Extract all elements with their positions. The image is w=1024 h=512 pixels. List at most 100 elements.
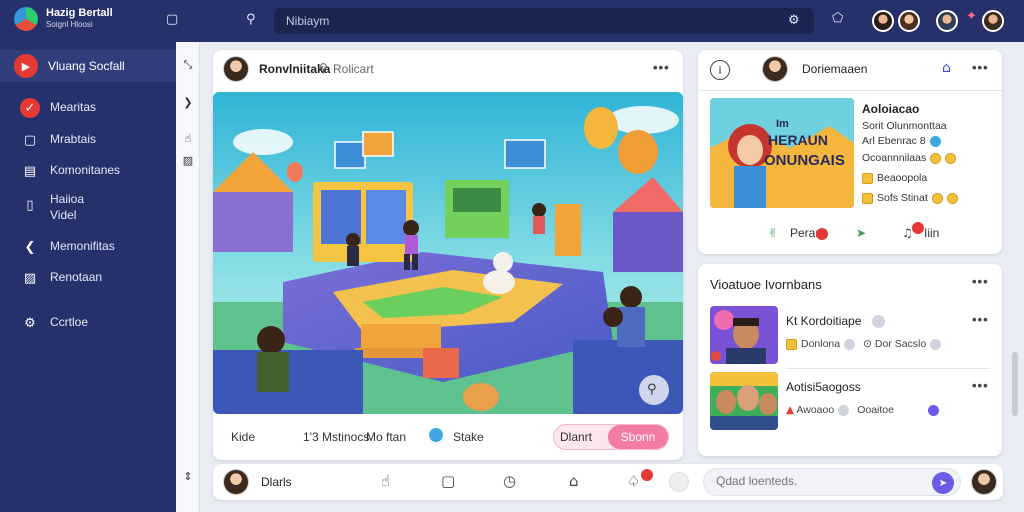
scrollbar[interactable] [1012,352,1018,416]
search-field[interactable]: Nibiaym ⚙ [274,8,814,34]
bolt-icon: ▶ [14,54,38,78]
gear-icon[interactable]: ⚙ [788,13,800,28]
sidebar-item-komonitanes[interactable]: ▤ Komonitanes [0,161,176,181]
avatar[interactable] [223,56,249,82]
square-icon: ▢ [23,132,37,148]
card-title[interactable]: Doriemaaen [802,62,867,76]
sidebar-item-primary[interactable]: ▶ Vluang Socfall [0,50,176,82]
sidebar-item-mrabtais[interactable]: ▢ Mrabtais [0,130,176,150]
home-icon[interactable]: ⌂ [569,472,579,490]
list-item[interactable]: Kt Kordoitiape ••• Donlona ⊙ Dor Sacslo [710,306,990,366]
bell-icon[interactable]: ♤ [627,472,640,490]
reorder-icon[interactable]: ⇕ [180,470,196,483]
user-name[interactable]: Dlarls [261,475,292,489]
list-item[interactable]: Aotisi5aogoss ••• ▲ Awoaoo Ooaitoe [710,372,990,432]
sidebar-item-label: Komonitanes [50,163,121,177]
notification-badge [912,222,924,234]
status-icon [838,404,850,416]
thumbs-up-icon[interactable]: ☝ [381,472,390,490]
game-info-line: Arl Ebenrac 8 [862,135,941,147]
search-input[interactable]: Nibiaym [286,14,329,28]
more-options-icon[interactable]: ••• [972,378,989,393]
friends-card: Vioatuoe Ivornbans ••• Kt Kordoitiape ••… [698,264,1002,456]
info-icon[interactable]: i [710,60,730,80]
game-info-text: Ocoannnilaas [862,152,927,164]
avatar[interactable] [936,10,958,32]
avatar[interactable] [762,56,788,82]
thumbs-up-icon[interactable]: ✌ [768,226,778,240]
view-toggle[interactable]: Dlanrt Sbonn [553,424,669,450]
send-icon[interactable]: ➤ [856,226,866,240]
sidebar-item-label: Memonifitas [50,239,115,253]
brand[interactable]: Hazig Bertall Soignl Hloosi [14,7,113,31]
post-image [213,92,683,414]
chevron-right-icon[interactable]: ❯ [180,96,196,109]
more-options-icon[interactable]: ••• [972,274,989,289]
sidebar-item-renotaan[interactable]: ▨ Renotaan [0,268,176,288]
chat-icon[interactable]: ⬠ [832,11,843,26]
game-title-line1: Im [776,118,789,130]
sidebar-item-mearitas[interactable]: ✓ Mearitas [0,98,176,118]
search-icon[interactable]: ⚲ [246,12,256,27]
comment-field[interactable]: ➤ [703,468,961,496]
divider [786,368,990,369]
sidebar-item-video[interactable]: ▯ Haiioa Videl [0,190,176,223]
image-icon[interactable]: ▨ [180,154,196,167]
avatar[interactable] [982,10,1004,32]
status-icon [927,404,939,416]
more-button[interactable]: Mo ftan [366,430,406,444]
emoji-icon [931,192,943,204]
hand-icon[interactable]: ☝ [180,132,196,145]
avatar[interactable] [872,10,894,32]
search-icon: ⚲ [319,61,328,75]
sidebar-item-label: Ccrtloe [50,315,89,329]
square-icon[interactable]: ▢ [166,12,178,27]
game-heading[interactable]: Aoloiacao [862,102,919,116]
card-action-b[interactable]: Iiin [924,226,939,240]
tag-icon: ▲ [786,404,795,416]
toggle-right-label[interactable]: Sbonn [608,425,668,449]
friend-name[interactable]: Kt Kordoitiape [786,314,861,328]
zoom-icon[interactable]: ⚲ [647,382,657,397]
sticker-icon[interactable] [669,472,689,492]
tool-rail: ⤡ ❯ ☝ ▨ ⇕ [176,42,200,512]
tag-icon [786,338,797,350]
notification-badge [641,469,653,481]
friend-name[interactable]: Aotisi5aogoss [786,380,861,394]
friend-meta-text: Ooaitoe [857,404,894,416]
friends-title: Vioatuoe Ivornbans [710,277,822,292]
gear-icon: ⚙ [24,315,36,331]
sidebar-item-memonifitas[interactable]: ❮ Memonifitas [0,237,176,257]
game-title-line2: HERAUN [768,132,828,148]
status-icon [844,338,856,350]
like-button[interactable]: Kide [231,430,255,444]
post-tag[interactable]: Rolicart [333,62,374,76]
heart-box-icon[interactable]: ▢ [441,472,455,490]
avatar[interactable] [898,10,920,32]
game-thumbnail[interactable]: Im HERAUN ONUNGAIS [710,98,854,208]
clock-icon[interactable]: ◷ [503,472,516,490]
friend-meta: Donlona ⊙ Dor Sacslo [786,338,942,350]
more-options-icon[interactable]: ••• [972,60,989,75]
collapse-icon[interactable]: ⤡ [180,58,196,72]
friend-meta-text: Dor Sacslo [874,338,927,350]
views-count: 1'3 Mstinocs [303,430,370,444]
more-options-icon[interactable]: ••• [653,60,670,75]
toggle-left-label[interactable]: Dlanrt [560,430,592,444]
link-icon: ⊙ [863,338,872,350]
more-options-icon[interactable]: ••• [972,312,989,327]
share-button[interactable]: Stake [453,430,484,444]
game-info-line: Sofs Stinat [862,192,958,204]
divider [698,90,1002,91]
game-info-text: Beaoopola [877,172,928,184]
game-title-line3: ONUNGAIS [764,152,845,169]
sidebar-item-settings[interactable]: ⚙ Ccrtloe [0,313,176,333]
post-card: Ronvlniitaka ⚲ Rolicart ••• ⚲ Kide 1'3 M… [213,50,683,460]
comment-input[interactable] [716,474,916,488]
home-icon[interactable]: ⌂ [942,60,951,76]
emoji-icon [945,152,957,164]
send-button[interactable]: ➤ [932,472,954,494]
avatar[interactable] [223,469,249,495]
avatar[interactable] [971,469,997,495]
sidebar-item-label: Mearitas [50,100,97,114]
